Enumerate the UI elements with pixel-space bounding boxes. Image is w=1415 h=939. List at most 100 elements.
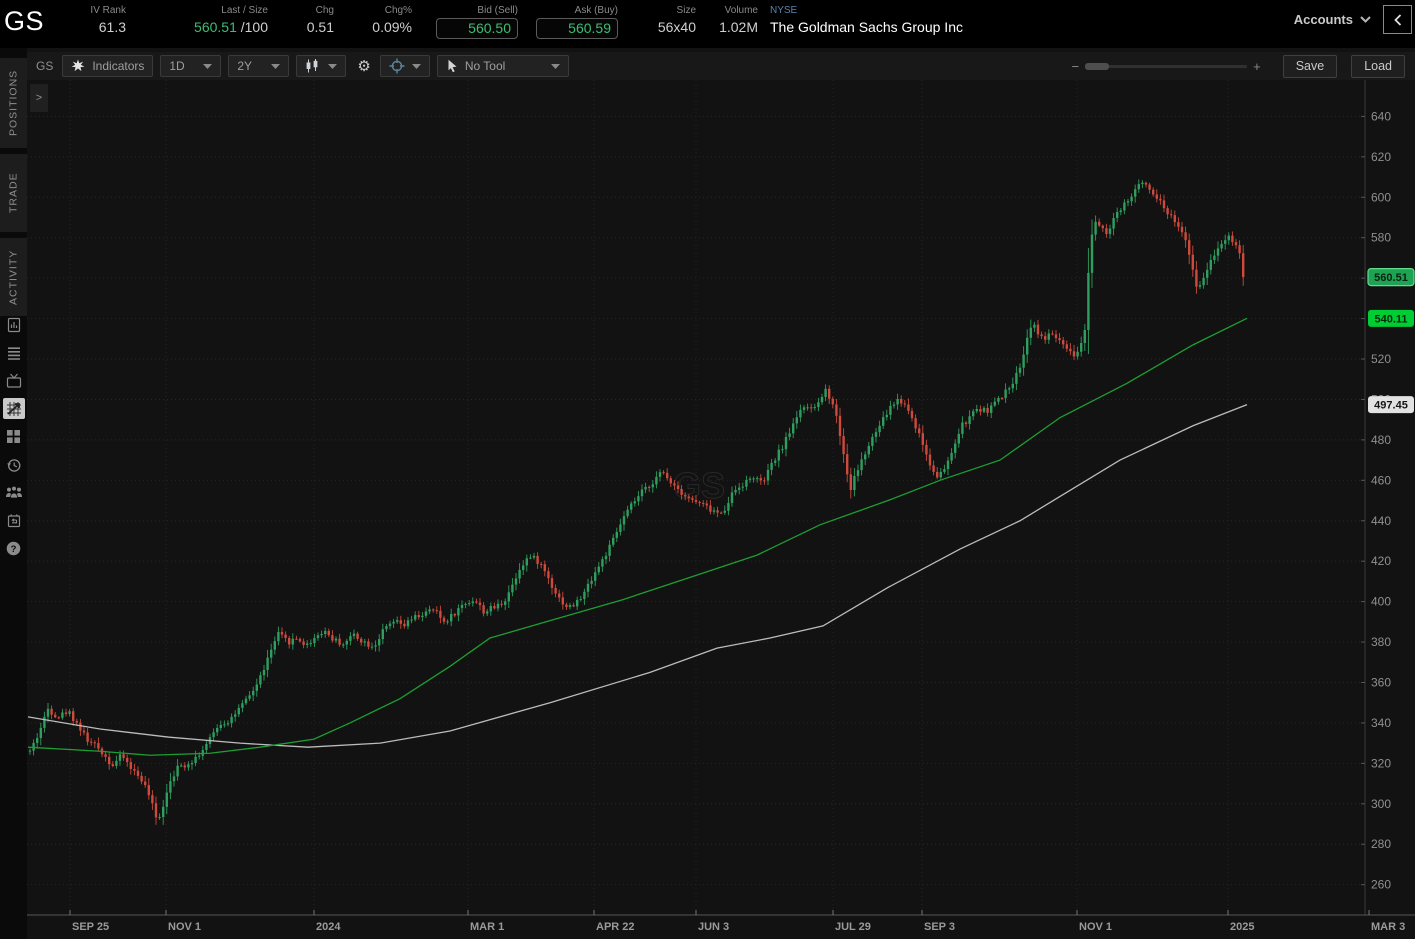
svg-text:560.51: 560.51: [1374, 272, 1408, 284]
indicators-label: Indicators: [92, 59, 144, 73]
chg-field: Chg 0.51: [268, 4, 334, 37]
watchlist-icon[interactable]: [3, 342, 25, 363]
caret-down-icon: [328, 64, 337, 69]
range-value: 2Y: [237, 59, 252, 73]
exchange-label: NYSE: [770, 4, 797, 17]
ask-label: Ask (Buy): [575, 4, 618, 17]
history-icon[interactable]: [3, 454, 25, 475]
tv-icon[interactable]: [3, 370, 25, 391]
accounts-dropdown[interactable]: Accounts: [1294, 12, 1371, 27]
cursor-icon: [446, 59, 458, 73]
svg-text:640: 640: [1371, 109, 1391, 123]
iv-rank-value: 61.3: [99, 18, 126, 37]
indicators-icon: [71, 59, 85, 73]
last-size-label: Last / Size: [221, 4, 268, 17]
zoom-out-button[interactable]: −: [1066, 59, 1086, 74]
caret-down-icon: [203, 64, 212, 69]
svg-text:?: ?: [11, 544, 17, 555]
collapse-panel-button[interactable]: [1383, 5, 1412, 34]
sidebar-tab-activity[interactable]: ACTIVITY: [0, 238, 27, 316]
size-value: 56x40: [658, 18, 696, 37]
save-button[interactable]: Save: [1283, 55, 1338, 78]
svg-text:340: 340: [1371, 716, 1391, 730]
left-sidebar: POSITIONS TRADE ACTIVITY: [0, 48, 27, 939]
svg-text:SEP 3: SEP 3: [924, 921, 955, 933]
svg-text:580: 580: [1371, 231, 1391, 245]
sidebar-tab-trade[interactable]: TRADE: [0, 154, 27, 232]
svg-text:440: 440: [1371, 514, 1391, 528]
bid-price-box[interactable]: 560.50: [436, 18, 518, 39]
svg-text:400: 400: [1371, 595, 1391, 609]
svg-text:497.45: 497.45: [1374, 400, 1408, 412]
timeframe-dropdown[interactable]: 1D: [160, 55, 221, 77]
ask-field: Ask (Buy) 560.59: [526, 4, 618, 39]
chg-pct-field: Chg% 0.09%: [334, 4, 412, 37]
chg-pct-label: Chg%: [385, 4, 412, 17]
svg-text:480: 480: [1371, 433, 1391, 447]
crosshair-dropdown[interactable]: [380, 55, 430, 77]
grid-icon[interactable]: [3, 426, 25, 447]
chevron-left-icon: [1394, 14, 1402, 26]
timeframe-value: 1D: [169, 59, 184, 73]
last-value: 560.51: [194, 19, 237, 35]
company-name: The Goldman Sachs Group Inc: [770, 18, 963, 37]
last-size-field: Last / Size 560.51 /100: [126, 4, 268, 37]
volume-label: Volume: [725, 4, 758, 17]
iv-rank-field: IV Rank 61.3: [62, 4, 126, 37]
toolbar-symbol-label: GS: [36, 59, 53, 73]
zoom-control: − +: [1066, 59, 1267, 74]
ask-price-box[interactable]: 560.59: [536, 18, 618, 39]
candlestick-icon: [305, 59, 320, 73]
svg-text:320: 320: [1371, 756, 1391, 770]
range-dropdown[interactable]: 2Y: [228, 55, 289, 77]
svg-text:360: 360: [1371, 675, 1391, 689]
svg-text:280: 280: [1371, 837, 1391, 851]
svg-text:APR 22: APR 22: [596, 921, 635, 933]
gear-icon[interactable]: ⚙: [353, 57, 374, 75]
svg-text:GS: GS: [673, 465, 725, 506]
svg-text:JUN 3: JUN 3: [698, 921, 729, 933]
quote-header: GS IV Rank 61.3 Last / Size 560.51 /100 …: [0, 0, 1415, 48]
svg-text:MAR 3: MAR 3: [1371, 921, 1405, 933]
zoom-slider-handle[interactable]: [1085, 63, 1109, 70]
calendar-back-icon[interactable]: [3, 510, 25, 531]
journal-chart-icon[interactable]: [3, 314, 25, 335]
svg-text:620: 620: [1371, 150, 1391, 164]
load-button[interactable]: Load: [1351, 55, 1405, 78]
chg-label: Chg: [316, 4, 334, 17]
svg-text:300: 300: [1371, 797, 1391, 811]
svg-text:420: 420: [1371, 554, 1391, 568]
svg-text:380: 380: [1371, 635, 1391, 649]
help-icon[interactable]: ?: [3, 538, 25, 559]
zoom-in-button[interactable]: +: [1247, 59, 1267, 74]
chg-value: 0.51: [307, 18, 334, 37]
tool-value: No Tool: [465, 59, 505, 73]
iv-rank-label: IV Rank: [90, 4, 126, 17]
zoom-slider[interactable]: [1085, 65, 1247, 68]
bid-label: Bid (Sell): [477, 4, 518, 17]
caret-down-icon: [271, 64, 280, 69]
tool-dropdown[interactable]: No Tool: [437, 55, 569, 77]
chevron-down-icon: [1360, 16, 1371, 23]
svg-text:SEP 25: SEP 25: [72, 921, 109, 933]
svg-text:520: 520: [1371, 352, 1391, 366]
chart-toolbar: GS Indicators 1D 2Y ⚙: [27, 52, 1415, 80]
chart-icon[interactable]: [3, 398, 25, 419]
sidebar-tab-positions[interactable]: POSITIONS: [0, 58, 27, 148]
candlestick-chart[interactable]: GS64062060058056054052050048046044042040…: [27, 80, 1415, 939]
follow-traders-icon[interactable]: [3, 482, 25, 503]
volume-value: 1.02M: [719, 18, 758, 37]
svg-text:2024: 2024: [316, 921, 341, 933]
size-field: Size 56x40: [644, 4, 696, 37]
chg-pct-value: 0.09%: [372, 18, 412, 37]
trading-platform-window: GS IV Rank 61.3 Last / Size 560.51 /100 …: [0, 0, 1415, 939]
company-field: NYSE The Goldman Sachs Group Inc: [770, 4, 963, 37]
symbol-logo: GS: [4, 6, 62, 37]
chart-type-dropdown[interactable]: [296, 55, 346, 77]
size-label: Size: [677, 4, 696, 17]
sidebar-icon-column: ?: [0, 314, 27, 566]
indicators-button[interactable]: Indicators: [62, 55, 153, 77]
svg-text:JUL 29: JUL 29: [835, 921, 871, 933]
svg-text:NOV 1: NOV 1: [168, 921, 201, 933]
size-suffix: /100: [237, 19, 268, 35]
